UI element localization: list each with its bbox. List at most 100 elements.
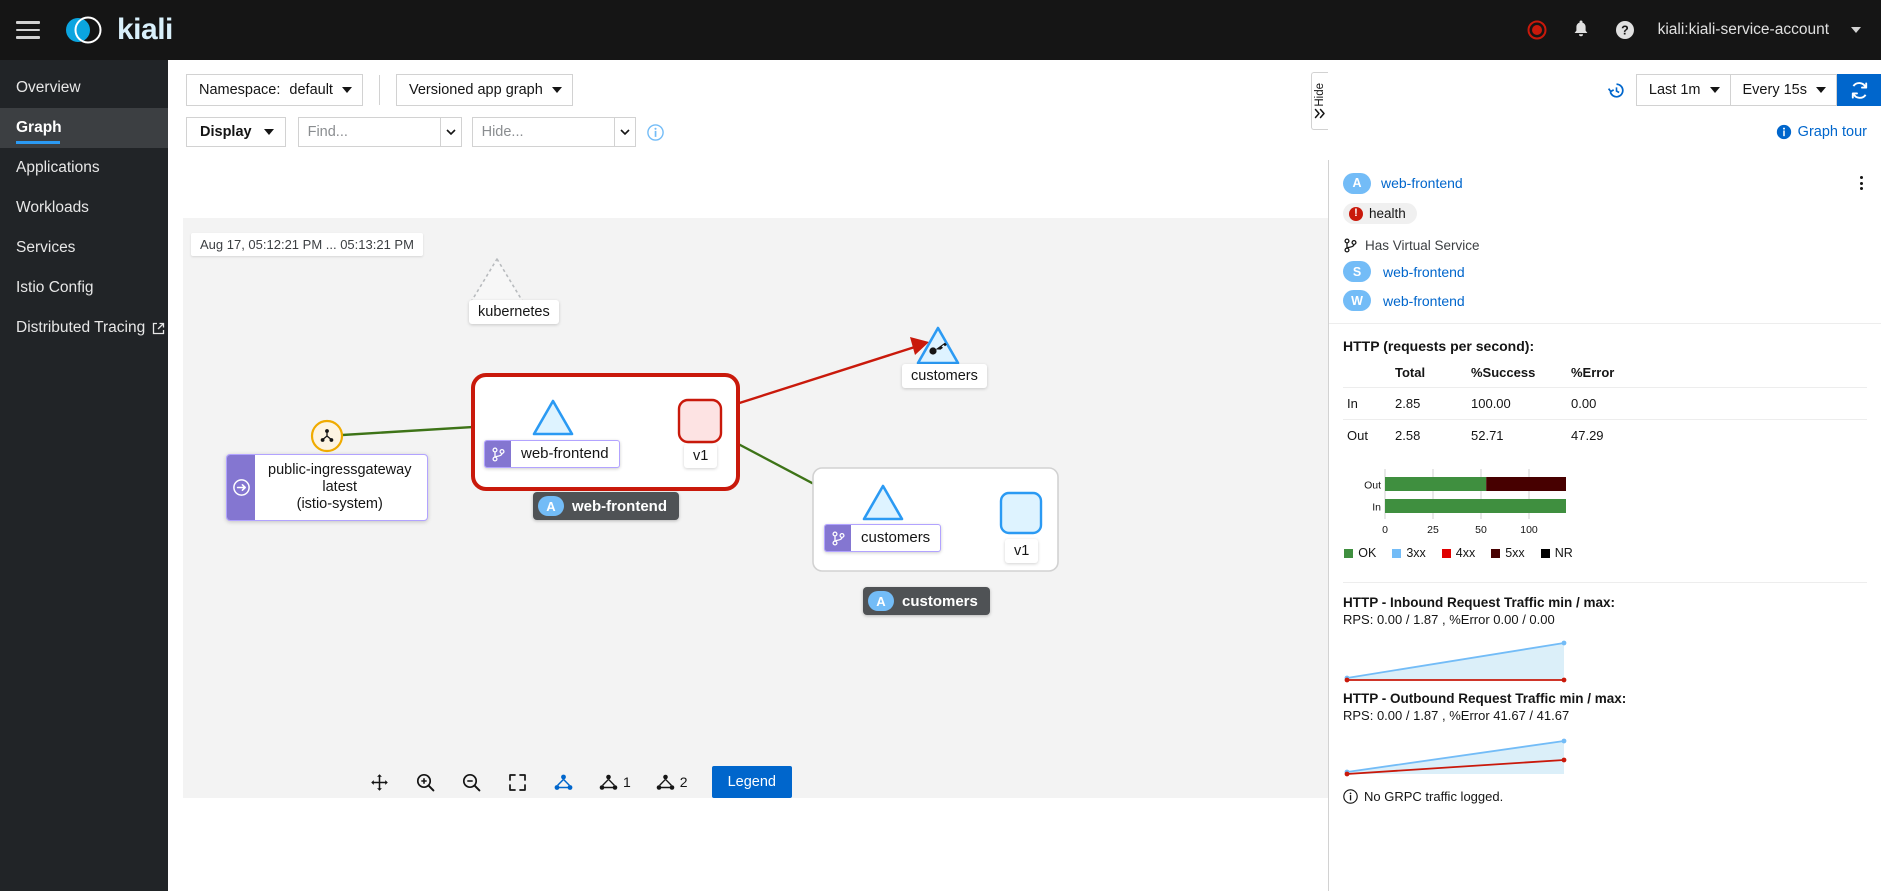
legend-item-ok[interactable]: OK (1344, 546, 1376, 560)
outbound-traffic-title: HTTP - Outbound Request Traffic min / ma… (1343, 691, 1867, 706)
node-label-customers-v1[interactable]: v1 (1005, 539, 1038, 563)
namespace-label: Namespace: (199, 82, 280, 98)
node-ingress-gateway-label: public-ingressgateway latest (istio-syst… (255, 455, 424, 520)
history-icon[interactable] (1607, 81, 1626, 100)
legend-swatch (1541, 549, 1550, 558)
graph-type-select[interactable]: Versioned app graph (396, 74, 573, 106)
toolbar-divider (379, 75, 380, 105)
namespace-select[interactable]: Namespace: default (186, 74, 363, 106)
kebab-menu-icon[interactable] (1856, 172, 1867, 194)
zoom-out-button[interactable] (450, 765, 492, 799)
refresh-button[interactable] (1837, 74, 1881, 106)
fullscreen-button[interactable] (496, 765, 538, 799)
legend-item-3xx[interactable]: 3xx (1392, 546, 1425, 560)
cell-success: 100.00 (1467, 388, 1567, 420)
legend-swatch (1442, 549, 1451, 558)
sidebar-item-overview[interactable]: Overview (0, 68, 168, 108)
graph-toolbar-row-1: Namespace: default Versioned app graph (168, 60, 1881, 106)
cell-error: 0.00 (1567, 388, 1867, 420)
display-button[interactable]: Display (186, 117, 286, 147)
chevron-down-icon (446, 129, 456, 136)
layout-cola-icon (655, 773, 676, 792)
traffic-distribution-chart: Out In 0 25 50 100 (1351, 467, 1566, 539)
graph-canvas[interactable]: Aug 17, 05:12:21 PM ... 05:13:21 PM (183, 218, 1337, 798)
info-icon[interactable] (647, 124, 664, 141)
main-content: Namespace: default Versioned app graph (168, 60, 1881, 891)
sidebar-item-istio-config[interactable]: Istio Config (0, 268, 168, 308)
find-group (298, 117, 462, 147)
bell-icon[interactable] (1570, 19, 1592, 41)
layout-2-button[interactable]: 2 (645, 765, 698, 799)
http-metrics-section: HTTP (requests per second): Total %Succe… (1329, 324, 1881, 572)
legend-item-nr[interactable]: NR (1541, 546, 1573, 560)
node-label-web-frontend-v1[interactable]: v1 (684, 444, 717, 468)
sidebar-item-label: Graph (16, 119, 62, 137)
workload-badge: W (1343, 290, 1371, 311)
side-panel-app-link[interactable]: web-frontend (1381, 175, 1463, 191)
inbound-traffic-section: HTTP - Inbound Request Traffic min / max… (1329, 583, 1881, 683)
layout-1-button[interactable]: 1 (588, 765, 641, 799)
error-icon: ! (1349, 207, 1363, 221)
table-row: In 2.85 100.00 0.00 (1343, 388, 1867, 420)
refresh-interval-select[interactable]: Every 15s (1731, 74, 1837, 106)
zoom-in-icon (416, 773, 435, 792)
hide-input[interactable] (472, 117, 614, 147)
http-metrics-title: HTTP (requests per second): (1343, 338, 1867, 354)
sidebar-nav: Overview Graph Applications Workloads Se… (0, 60, 168, 891)
outbound-traffic-sparkline (1343, 729, 1568, 777)
layout-1-label: 1 (623, 774, 631, 790)
namespace-value: default (289, 82, 333, 98)
help-icon[interactable]: ? (1614, 19, 1636, 41)
info-icon (1343, 789, 1358, 804)
zoom-to-fit-button[interactable] (358, 765, 400, 799)
legend-swatch (1491, 549, 1500, 558)
side-panel-hide-toggle[interactable]: Hide (1311, 72, 1328, 130)
zoom-to-fit-icon (370, 773, 389, 792)
refresh-icon (1850, 81, 1869, 100)
find-dropdown-toggle[interactable] (440, 117, 462, 147)
hamburger-icon[interactable] (16, 21, 40, 39)
legend-button[interactable]: Legend (712, 766, 792, 798)
legend-label: 4xx (1456, 546, 1475, 560)
node-label-kubernetes[interactable]: kubernetes (469, 300, 559, 324)
virtual-service-icon (825, 525, 851, 551)
find-input[interactable] (298, 117, 440, 147)
graph-tour-link[interactable]: Graph tour (1776, 124, 1867, 140)
health-status-badge[interactable]: ! health (1343, 203, 1417, 224)
cell-direction: Out (1343, 420, 1391, 452)
sidebar-item-graph[interactable]: Graph (0, 108, 168, 148)
table-row: Out 2.58 52.71 47.29 (1343, 420, 1867, 452)
user-account-label[interactable]: kiali:kiali-service-account (1658, 21, 1829, 39)
brand-logo-area[interactable]: kiali (62, 11, 173, 49)
zoom-in-button[interactable] (404, 765, 446, 799)
legend-item-5xx[interactable]: 5xx (1491, 546, 1524, 560)
col-success: %Success (1467, 362, 1567, 388)
display-label: Display (200, 124, 252, 140)
node-label-web-frontend-service: web-frontend (484, 440, 620, 468)
side-panel-service-link[interactable]: web-frontend (1383, 264, 1465, 280)
node-label-web-frontend-app: A web-frontend (533, 492, 679, 520)
time-range-select[interactable]: Last 1m (1636, 74, 1731, 106)
app-badge: A (1343, 173, 1371, 194)
sidebar-item-services[interactable]: Services (0, 228, 168, 268)
record-indicator-icon[interactable] (1526, 19, 1548, 41)
kiali-app: kiali ? kial (0, 0, 1881, 891)
sidebar-item-label: Distributed Tracing (16, 319, 145, 337)
svg-text:Out: Out (1364, 480, 1381, 492)
masthead: kiali ? kial (0, 0, 1881, 60)
node-label-customers-external[interactable]: customers (902, 364, 987, 388)
side-panel-workload-link[interactable]: web-frontend (1383, 293, 1465, 309)
node-ingress-gateway: public-ingressgateway latest (istio-syst… (226, 454, 428, 521)
sidebar-item-distributed-tracing[interactable]: Distributed Tracing (0, 308, 168, 348)
ingress-version: latest (322, 479, 357, 495)
legend-item-4xx[interactable]: 4xx (1442, 546, 1475, 560)
sidebar-item-applications[interactable]: Applications (0, 148, 168, 188)
expand-icon (508, 773, 527, 792)
sidebar-item-workloads[interactable]: Workloads (0, 188, 168, 228)
layout-default-button[interactable] (542, 765, 584, 799)
user-menu-chevron-down-icon[interactable] (1851, 27, 1861, 33)
col-direction (1343, 362, 1391, 388)
sidebar-item-label: Workloads (16, 199, 89, 217)
graph-toolbar-row-2: Display (168, 106, 1881, 147)
hide-dropdown-toggle[interactable] (614, 117, 636, 147)
